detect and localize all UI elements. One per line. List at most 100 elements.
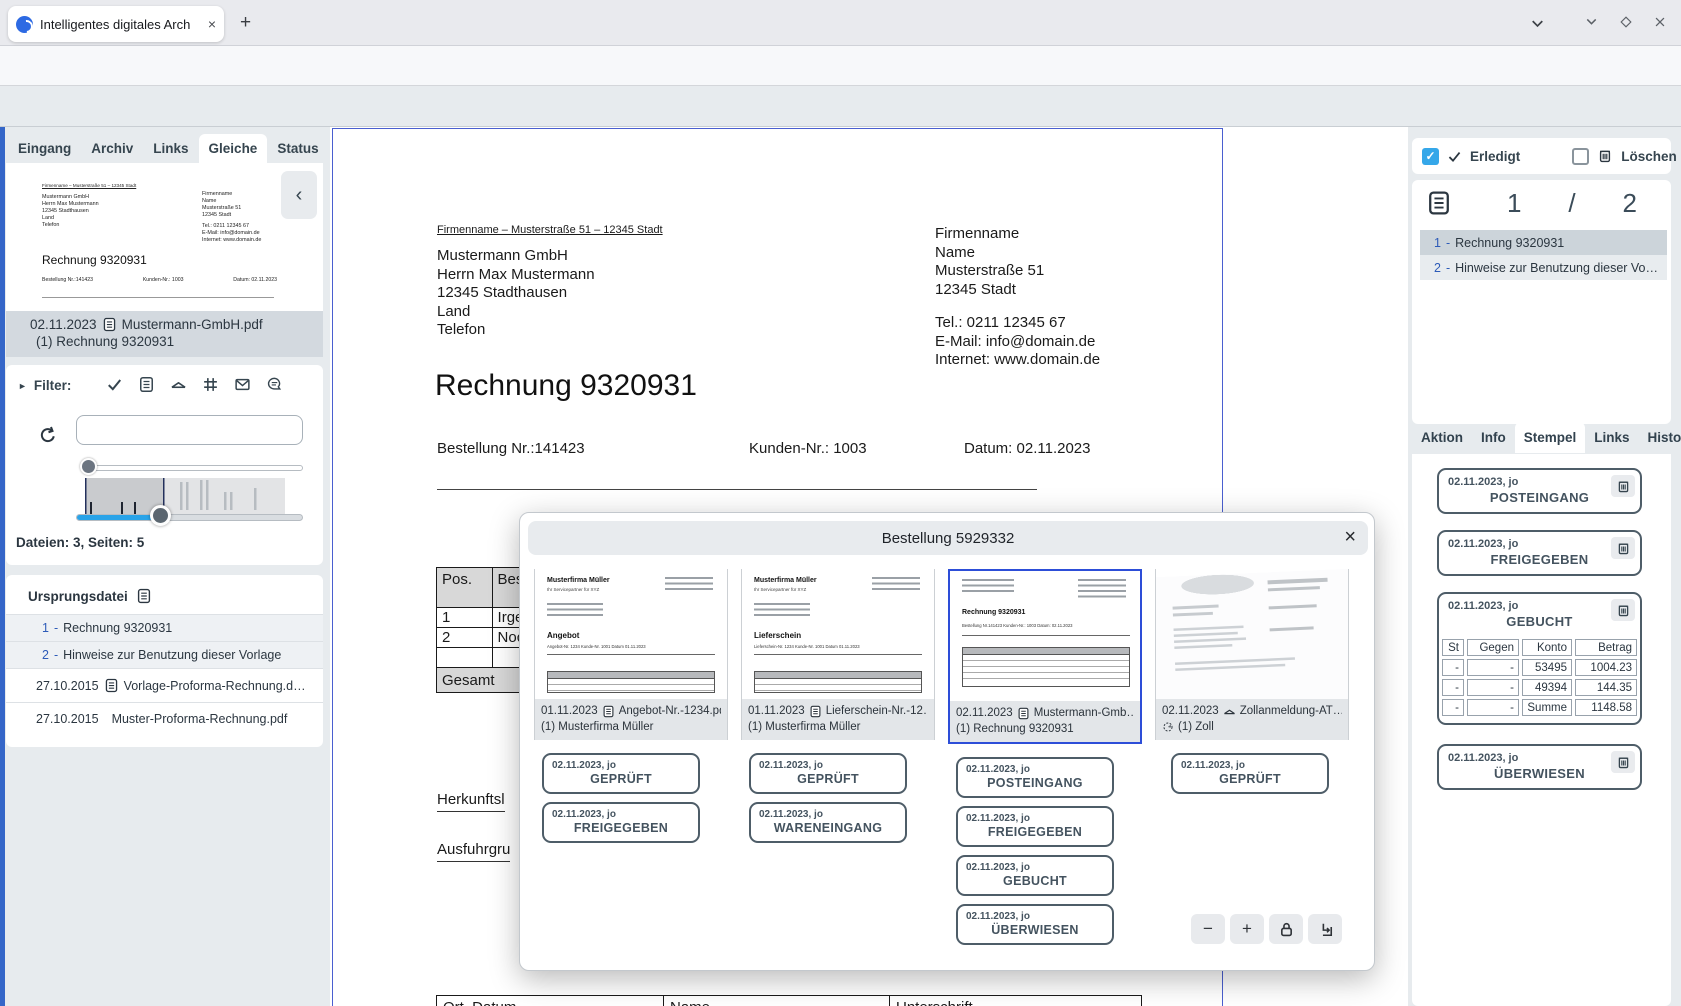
- zoom-range-slider-handle[interactable]: [150, 505, 171, 526]
- filter-expand-icon[interactable]: ►: [18, 381, 27, 391]
- document-icon: [1017, 707, 1030, 720]
- angebot-thumbnail[interactable]: Musterfirma Müller Ihr Servicepartner fü…: [535, 569, 727, 699]
- doc-export-label: Ausfuhrgru: [437, 841, 510, 862]
- lock-icon[interactable]: [1269, 914, 1303, 944]
- tab-info[interactable]: Info: [1472, 422, 1515, 453]
- trash-icon[interactable]: [1611, 599, 1635, 621]
- new-tab-button[interactable]: +: [240, 13, 251, 33]
- stamp-geprueft[interactable]: 02.11.2023, jo GEPRÜFT: [542, 753, 700, 794]
- trash-icon[interactable]: [1611, 751, 1635, 773]
- source-page-row[interactable]: 1 - Rechnung 9320931: [6, 614, 323, 641]
- window-maximize-icon[interactable]: [1619, 15, 1633, 29]
- tab-list-chevron-icon[interactable]: [1529, 15, 1546, 32]
- browser-tab[interactable]: Intelligentes digitales Arch ×: [8, 6, 224, 42]
- doc-sender-address: Firmenname Name Musterstraße 51 12345 St…: [935, 225, 1044, 299]
- thumbnail-caption: 01.11.2023 Lieferschein-Nr.-12… (1) Must…: [742, 699, 934, 740]
- booking-table: St Gegen Konto Betrag - - 53495 1004.23 …: [1439, 636, 1640, 719]
- doc-thumbnail-cell[interactable]: Musterfirma Müller Ihr Servicepartner fü…: [741, 569, 935, 740]
- filter-chat-icon[interactable]: [266, 376, 283, 393]
- document-icon: [602, 705, 615, 718]
- stamp-freigegeben[interactable]: 02.11.2023, jo FREIGEGEBEN: [1437, 530, 1642, 576]
- stamp-gebucht[interactable]: 02.11.2023, jo GEBUCHT St Gegen Konto Be…: [1437, 592, 1642, 725]
- page-list-item[interactable]: 2 - Hinweise zur Benutzung dieser Vo…: [1420, 255, 1667, 280]
- trash-icon[interactable]: [1611, 475, 1635, 497]
- dialog-title-bar[interactable]: Bestellung 5929332: [528, 521, 1368, 555]
- mini-title: Rechnung 9320931: [42, 253, 147, 267]
- collapse-preview-button[interactable]: ‹: [281, 171, 317, 219]
- zollanmeldung-thumbnail[interactable]: [1156, 569, 1348, 699]
- source-file-row[interactable]: 27.10.2015 Muster-Proforma-Rechnung.pdf: [6, 702, 323, 735]
- document-preview-card[interactable]: Firmenname – Musterstraße 51 – 12345 Sta…: [6, 163, 323, 311]
- related-doc-column: 02.11.2023 Zollanmeldung-AT… (1) Zoll 02…: [1155, 569, 1349, 945]
- zoom-out-button[interactable]: −: [1191, 914, 1225, 944]
- tab-title: Intelligentes digitales Arch: [40, 17, 201, 32]
- file-stats: Dateien: 3, Seiten: 5: [16, 535, 144, 550]
- window-close-icon[interactable]: [1653, 15, 1667, 29]
- zoom-range-slider-track[interactable]: [76, 514, 303, 521]
- mini-sender: Firmenname Name Musterstraße 51 12345 St…: [202, 191, 261, 244]
- source-header: Ursprungsdatei: [28, 589, 128, 604]
- mini-rule: [42, 297, 274, 298]
- tab-links[interactable]: Links: [143, 134, 198, 164]
- trash-icon[interactable]: [1611, 537, 1635, 559]
- dock-icon[interactable]: [1308, 914, 1342, 944]
- timeline-histogram[interactable]: [85, 478, 285, 514]
- tab-eingang[interactable]: Eingang: [8, 134, 81, 164]
- stamp-geprueft[interactable]: 02.11.2023, jo GEPRÜFT: [1171, 753, 1329, 794]
- stamp-freigegeben[interactable]: 02.11.2023, jo FREIGEGEBEN: [956, 806, 1114, 847]
- tab-historie[interactable]: Historie: [1639, 422, 1681, 453]
- stamps-panel: 02.11.2023, jo POSTEINGANG 02.11.2023, j…: [1412, 454, 1671, 1006]
- doc-thumbnail-cell[interactable]: Rechnung 9320931 Bestellung Nr.141423 Ku…: [948, 569, 1142, 744]
- tab-status[interactable]: Status: [267, 134, 328, 164]
- lieferschein-thumbnail[interactable]: Musterfirma Müller Ihr Servicepartner fü…: [742, 569, 934, 699]
- browser-tab-bar: Intelligentes digitales Arch × +: [0, 0, 1681, 46]
- file-name: Mustermann-GmbH.pdf: [122, 317, 263, 332]
- stamp-wareneingang[interactable]: 02.11.2023, jo WARENEINGANG: [749, 802, 907, 843]
- stamp-posteingang[interactable]: 02.11.2023, jo POSTEINGANG: [1437, 468, 1642, 514]
- tab-aktion[interactable]: Aktion: [1412, 422, 1472, 453]
- date-range-slider-track[interactable]: [85, 465, 303, 471]
- filter-scanner-icon[interactable]: [170, 376, 187, 393]
- filter-document-icon[interactable]: [138, 376, 155, 393]
- zoom-in-button[interactable]: +: [1230, 914, 1264, 944]
- filter-input[interactable]: [76, 415, 303, 445]
- refresh-icon[interactable]: [38, 425, 58, 445]
- tab-gleiche[interactable]: Gleiche: [199, 134, 268, 164]
- mini-letterhead: Firmenname – Musterstraße 51 – 12345 Sta…: [42, 183, 136, 188]
- pdf-toolbar: .pdf 1 2 T − o + ‹ › 1 / 2: [0, 86, 1681, 127]
- stamp-ueberwiesen[interactable]: 02.11.2023, jo ÜBERWIESEN: [956, 904, 1114, 945]
- stamp-gebucht[interactable]: 02.11.2023, jo GEBUCHT: [956, 855, 1114, 896]
- done-label: Erledigt: [1470, 149, 1520, 164]
- source-file-row[interactable]: 27.10.2015 Vorlage-Proforma-Rechnung.d…: [6, 668, 323, 702]
- filter-grid-icon[interactable]: [202, 376, 219, 393]
- selected-file-row[interactable]: 02.11.2023 Mustermann-GmbH.pdf (1) Rechn…: [6, 311, 323, 357]
- doc-rule: [437, 489, 1037, 490]
- stamp-geprueft[interactable]: 02.11.2023, jo GEPRÜFT: [749, 753, 907, 794]
- tab-stempel[interactable]: Stempel: [1515, 422, 1586, 453]
- scanned-page: [1156, 569, 1348, 699]
- related-doc-column: Musterfirma Müller Ihr Servicepartner fü…: [534, 569, 728, 945]
- thumbnail-caption: 02.11.2023 Mustermann-Gmb… (1) Rechnung …: [950, 701, 1140, 742]
- delete-checkbox[interactable]: [1572, 148, 1589, 165]
- doc-thumbnail-cell[interactable]: 02.11.2023 Zollanmeldung-AT… (1) Zoll: [1155, 569, 1349, 740]
- source-page-row[interactable]: 2 - Hinweise zur Benutzung dieser Vorlag…: [6, 641, 323, 668]
- browser-nav-bar: https://dms. spiraltrax.com: [0, 46, 1681, 86]
- dialog-zoom-controls: − +: [1191, 914, 1342, 944]
- left-sidebar: Eingang Archiv Links Gleiche Status Firm…: [0, 127, 330, 1006]
- tab-archiv[interactable]: Archiv: [81, 134, 143, 164]
- filter-mail-icon[interactable]: [234, 376, 251, 393]
- rechnung-thumbnail[interactable]: Rechnung 9320931 Bestellung Nr.141423 Ku…: [950, 571, 1140, 701]
- done-checkbox[interactable]: ✓: [1422, 148, 1439, 165]
- stamp-ueberwiesen[interactable]: 02.11.2023, jo ÜBERWIESEN: [1437, 744, 1642, 790]
- filter-check-icon[interactable]: [106, 376, 123, 393]
- page-list-item[interactable]: 1 - Rechnung 9320931: [1420, 230, 1667, 255]
- file-date: 02.11.2023: [30, 317, 97, 332]
- stamp-freigegeben[interactable]: 02.11.2023, jo FREIGEGEBEN: [542, 802, 700, 843]
- window-minimize-icon[interactable]: [1584, 14, 1599, 29]
- stamp-posteingang[interactable]: 02.11.2023, jo POSTEINGANG: [956, 757, 1114, 798]
- tab-links[interactable]: Links: [1585, 422, 1638, 453]
- tab-close-icon[interactable]: ×: [208, 16, 216, 32]
- date-range-slider-handle[interactable]: [80, 458, 97, 475]
- dialog-close-icon[interactable]: ×: [1344, 527, 1356, 547]
- doc-thumbnail-cell[interactable]: Musterfirma Müller Ihr Servicepartner fü…: [534, 569, 728, 740]
